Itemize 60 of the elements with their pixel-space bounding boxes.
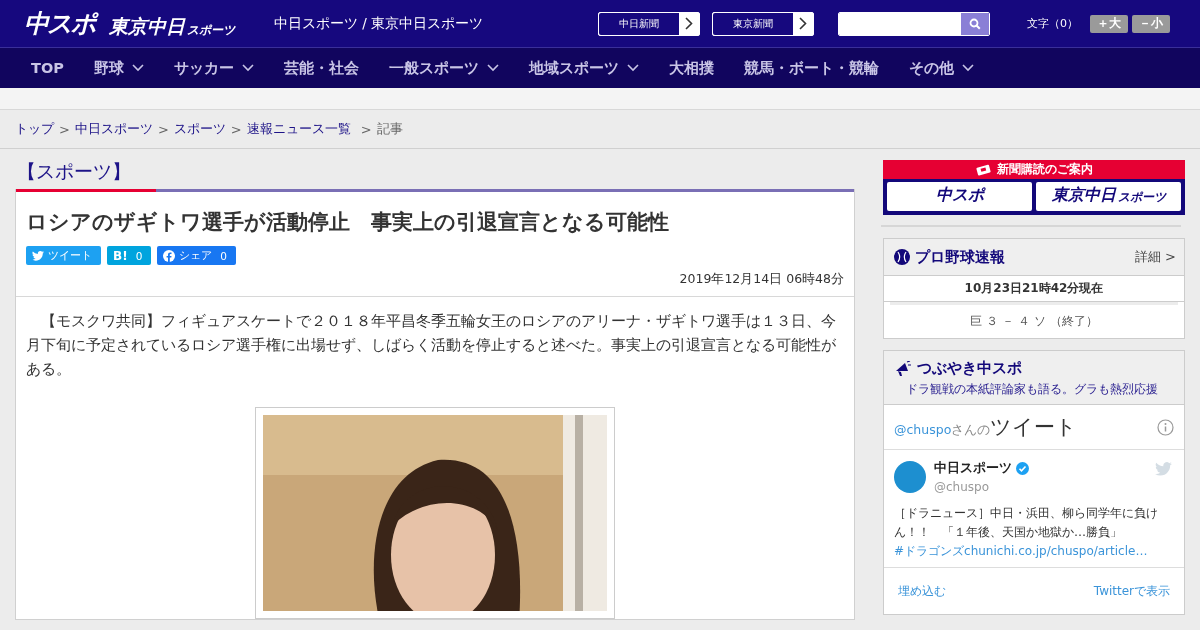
widget-title: プロ野球速報 (915, 247, 1006, 267)
bird-icon (1155, 462, 1172, 476)
chevron-down-icon (131, 64, 144, 72)
newspaper-logo-button[interactable]: 東京中日スポーツ (1036, 182, 1181, 211)
widget-title: つぶやき中スポ (917, 359, 1022, 378)
breadcrumb-separator: > (360, 121, 372, 137)
tweet-text: ［ドラニュース］中日・浜田、柳ら同学年に負けん！！ 「１年後、天国か地獄か…勝負」 #ドラゴンズchunichi.co.jp/chuspo/article… (894, 505, 1159, 561)
chevron-down-icon (486, 64, 499, 72)
account-handle: @chuspo (934, 480, 991, 494)
game-score: 巨 ３ － ４ ソ （終了） (969, 313, 1099, 330)
category-title: 【スポーツ】 (16, 159, 132, 184)
nav-item[interactable]: 大相撲 (653, 58, 729, 78)
ticket-icon (975, 163, 992, 176)
breadcrumb-link[interactable]: トップ (15, 120, 54, 138)
info-icon[interactable] (1157, 418, 1174, 436)
nav-item[interactable]: 地域スポーツ (513, 58, 654, 78)
breadcrumb-link[interactable]: 中日スポーツ (74, 120, 153, 138)
search-icon (969, 17, 981, 30)
breadcrumb-link[interactable]: 速報ニュース一覧 (246, 120, 351, 138)
baseball-icon (894, 249, 910, 265)
chevron-down-icon (961, 64, 974, 72)
facebook-icon (163, 249, 176, 262)
article-title: ロシアのザギトワ選手が活動停止 事実上の引退宣言となる可能性 (26, 209, 670, 236)
chevron-right-icon (799, 17, 807, 30)
megaphone-icon (894, 360, 912, 377)
bird-icon (32, 250, 44, 261)
newspaper-logo-button[interactable]: 中スポ (887, 182, 1032, 211)
nav-item[interactable]: その他 (893, 58, 989, 78)
nav-item[interactable]: 野球 (78, 58, 159, 78)
breadcrumb-current: 記事 (376, 120, 403, 138)
nav-item[interactable]: TOP (16, 60, 79, 76)
account-name: 中日スポーツ (934, 460, 1012, 477)
site-name: 中日スポーツ / 東京中日スポーツ (274, 14, 485, 33)
breadcrumb-separator: > (230, 121, 242, 137)
chevron-right-icon (685, 17, 693, 30)
heading-suffix: さんの (951, 422, 991, 437)
article-date: 2019年12月14日 06時48分 (678, 271, 844, 288)
breadcrumb-link[interactable]: スポーツ (173, 120, 226, 138)
details-link[interactable]: 詳細 > (1134, 248, 1176, 266)
nav-item[interactable]: 一般スポーツ (373, 58, 514, 78)
avatar-icon (894, 461, 926, 493)
article-body: 【モスクワ共同】フィギュアスケートで２０１８年平昌冬季五輪女王のロシアのアリーナ・ザギトワ選手は１３日、今月下旬に予定されているロシア選手権に出場せず、しばらく活動を停止すると述べた。事実上の引退宣言となる可能性がある。 (25, 311, 837, 380)
facebook-share-button[interactable]: シェア 0 (157, 246, 236, 265)
nav-item[interactable]: 芸能・社会 (268, 58, 374, 78)
newspaper-link[interactable]: 中日新聞 (598, 11, 700, 36)
nav-item[interactable]: 競馬・ボート・競輪 (728, 58, 894, 78)
logo-subtitle: スポーツ (187, 24, 235, 36)
nav-item[interactable]: サッカー (158, 58, 269, 78)
subscribe-title: 新聞購読のご案内 (996, 161, 1093, 178)
search-field[interactable] (838, 11, 990, 36)
breadcrumb-separator: > (157, 121, 169, 137)
site-logo: 東京中日 (109, 17, 185, 36)
breadcrumb-separator: > (59, 121, 70, 137)
chevron-down-icon (241, 64, 254, 72)
chevron-down-icon (626, 64, 639, 72)
timeline-heading: ツイート (990, 415, 1078, 439)
font-size-label: 文字（0） (1027, 16, 1078, 31)
newspaper-link[interactable]: 東京新聞 (712, 11, 814, 36)
search-button[interactable] (961, 12, 989, 35)
widget-subtitle: ドラ観戦の本紙評論家も語る。グラも熱烈応援 (906, 381, 1159, 398)
